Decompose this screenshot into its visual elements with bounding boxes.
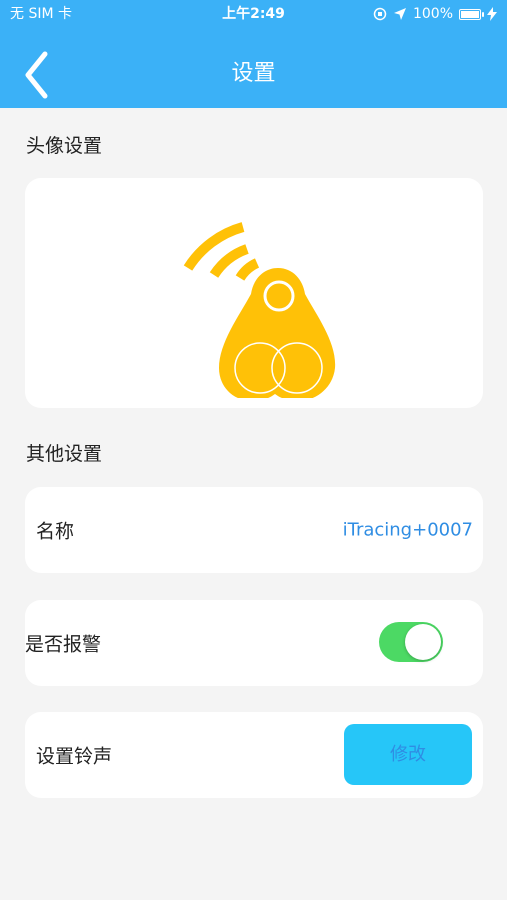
charging-icon (487, 7, 497, 21)
page-title: 设置 (231, 61, 276, 86)
name-value-link[interactable]: iTracing+0007 (343, 520, 473, 541)
battery-percent: 100% (412, 6, 453, 22)
alarm-toggle[interactable] (379, 622, 443, 662)
toggle-knob (405, 624, 441, 660)
name-label: 名称 (36, 520, 75, 543)
avatar-section-title: 头像设置 (26, 135, 103, 157)
nav-bar: 设置 (0, 40, 507, 108)
tracker-tag-icon (183, 222, 336, 398)
modify-ringtone-button[interactable]: 修改 (344, 724, 472, 785)
avatar-card[interactable] (25, 178, 483, 408)
status-bar: 无 SIM 卡 上午2:49 100% (0, 0, 507, 28)
ringtone-row: 设置铃声 修改 (25, 712, 483, 798)
header: 无 SIM 卡 上午2:49 100% 设置 (0, 0, 507, 108)
status-right: 100% (373, 0, 497, 28)
alarm-row: 是否报警 (25, 600, 483, 686)
name-row[interactable]: 名称 iTracing+0007 (25, 487, 483, 573)
location-arrow-icon (393, 8, 406, 20)
ringtone-label: 设置铃声 (36, 745, 113, 768)
alarm-label: 是否报警 (25, 633, 102, 656)
battery-icon (459, 8, 484, 20)
orientation-lock-icon (373, 7, 387, 21)
other-section-title: 其他设置 (26, 443, 103, 465)
